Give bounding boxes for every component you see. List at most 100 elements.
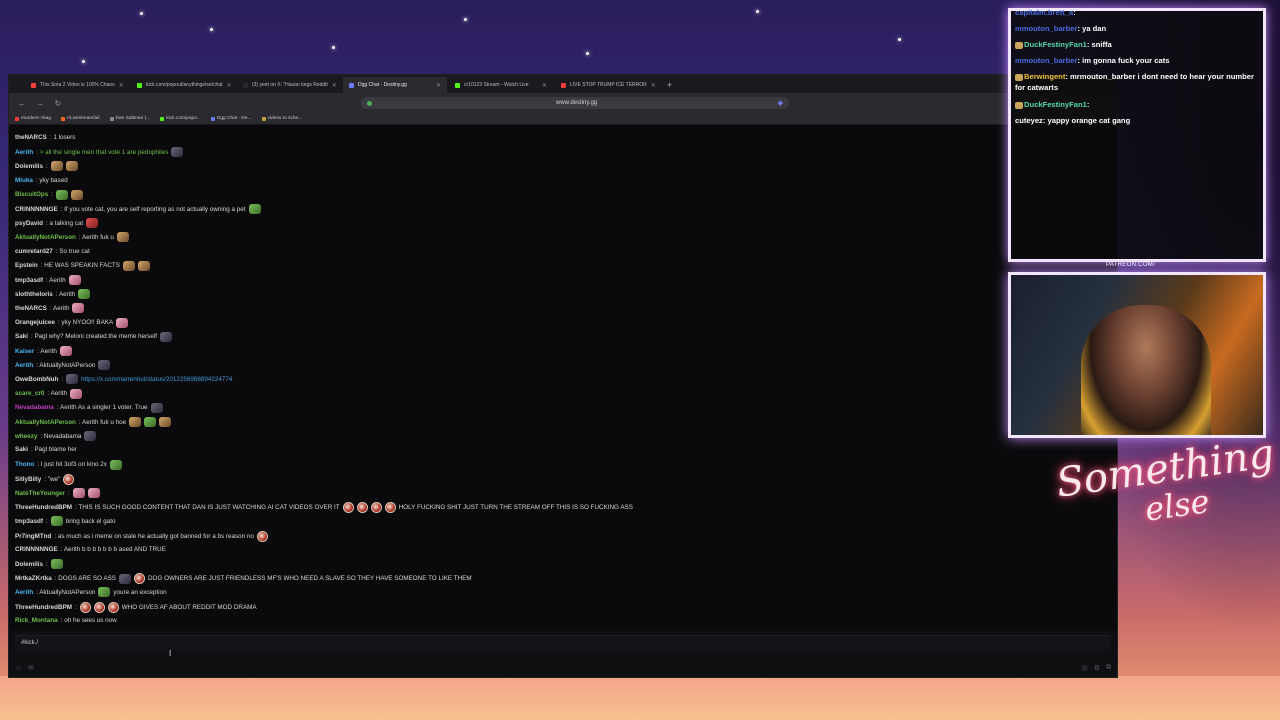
settings-icon[interactable]: ⚙ bbox=[1094, 664, 1100, 672]
chat-username[interactable]: AktuallyNotAPerson bbox=[15, 233, 76, 242]
users-icon[interactable]: ◎ bbox=[1082, 664, 1088, 672]
chat-username[interactable]: Rick_Montana bbox=[15, 616, 58, 625]
chat-text: : oh he sees us now bbox=[60, 616, 117, 624]
chat-text-tail: HOLY FUCKING SHIT JUST TURN THE STREAM O… bbox=[398, 504, 633, 512]
chat-username[interactable]: CRINNNNNGE bbox=[15, 205, 58, 214]
chat-username[interactable]: ThreeHundredBPM bbox=[15, 603, 72, 612]
chat-username[interactable]: Epstein bbox=[15, 261, 38, 270]
address-bar[interactable]: www.destiny.gg ◆ bbox=[361, 97, 789, 109]
back-icon[interactable]: ← bbox=[17, 99, 27, 108]
chat-username[interactable]: CRINNNNNGE bbox=[15, 545, 58, 554]
chat-username[interactable]: MrtkaZKrtka bbox=[15, 574, 52, 583]
chat-username[interactable]: Aerith bbox=[15, 588, 33, 597]
chat-username[interactable]: scare_cr0 bbox=[15, 389, 44, 398]
chat-username[interactable]: Nevadabama bbox=[15, 403, 54, 412]
browser-tab[interactable]: This Sora 2 Video is 100% Chaos ✕ bbox=[25, 77, 129, 93]
emote-icon bbox=[50, 559, 63, 569]
browser-tab[interactable]: (3) yeet on X: "Hasan begs Reddit ✕ bbox=[237, 77, 341, 93]
forward-icon[interactable]: → bbox=[35, 99, 45, 108]
emote-icon bbox=[159, 417, 172, 427]
close-icon[interactable]: ✕ bbox=[226, 82, 231, 89]
chat-username[interactable]: wheezy bbox=[15, 432, 37, 441]
emote-icon bbox=[63, 473, 75, 485]
close-icon[interactable]: ✕ bbox=[436, 82, 441, 89]
chat-username[interactable]: cumretard27 bbox=[15, 247, 53, 256]
chat-text: : Pagl why? Meloni created the meme hers… bbox=[30, 333, 157, 341]
close-icon[interactable]: ✕ bbox=[332, 82, 337, 89]
bookmark-star-icon[interactable]: ◆ bbox=[778, 99, 783, 107]
chat-username[interactable]: Saki bbox=[15, 332, 28, 341]
chat-username[interactable]: SillyBilly bbox=[15, 475, 41, 484]
chat-username[interactable]: Dolemilis bbox=[15, 560, 43, 569]
chat-input[interactable]: #kick./ bbox=[15, 635, 1111, 651]
chat-username[interactable]: AktuallyNotAPerson bbox=[15, 418, 76, 427]
new-tab-button[interactable]: + bbox=[661, 77, 678, 93]
browser-tab[interactable]: cr10123 Stream - Watch Live ✕ bbox=[449, 77, 553, 93]
chat-username[interactable]: Miuka bbox=[15, 176, 33, 185]
chat-username[interactable]: BiscuitOps bbox=[15, 190, 48, 199]
overlay-text: ya dan bbox=[1082, 24, 1107, 33]
bookmark-item[interactable]: videos to sche... bbox=[261, 116, 302, 121]
tab-label: (3) yeet on X: "Hasan begs Reddit bbox=[252, 82, 328, 88]
emote-icon bbox=[70, 388, 83, 399]
chat-username[interactable]: OweBombNuh bbox=[15, 375, 58, 384]
chat-username[interactable]: Kaiser bbox=[15, 347, 34, 356]
emote-menu-icon[interactable]: ☺ bbox=[15, 665, 22, 672]
browser-tab[interactable]: kick.com/popout/anythingelse/chat ✕ bbox=[131, 77, 235, 93]
bookmark-item[interactable]: r/Livestreamfail bbox=[61, 116, 100, 121]
emote-icon bbox=[144, 417, 157, 427]
close-icon[interactable]: ✕ bbox=[651, 82, 656, 89]
overlay-username: cuteyez bbox=[1015, 116, 1043, 125]
bookmark-item[interactable]: Dgg Chat - De... bbox=[210, 116, 252, 121]
emote-icon bbox=[79, 601, 91, 613]
chat-username[interactable]: sloththeloris bbox=[15, 290, 53, 299]
bookmark-item[interactable]: kick.com/popo... bbox=[160, 116, 201, 121]
chat-username[interactable]: NateTheYounger bbox=[15, 489, 65, 498]
chat-message: Thono: I just hit 3of3 on kino 2x bbox=[15, 459, 122, 470]
close-icon[interactable]: ✕ bbox=[119, 82, 124, 89]
chat-username[interactable]: Aerith bbox=[15, 148, 33, 157]
chat-username[interactable]: Orangejuicee bbox=[15, 318, 55, 327]
chat-username[interactable]: Dolemilis bbox=[15, 162, 43, 171]
whisper-icon[interactable]: ✉ bbox=[28, 664, 34, 672]
chat-log[interactable]: theNARCS: 1 losers Aerith: > all the sing… bbox=[9, 125, 1117, 629]
close-icon[interactable]: ✕ bbox=[542, 82, 547, 89]
chat-message: sloththeloris: Aerith bbox=[15, 289, 91, 300]
emote-icon bbox=[65, 161, 78, 172]
chat-username[interactable]: tmp3asdf bbox=[15, 276, 43, 285]
chat-username[interactable]: psyDavid bbox=[15, 219, 43, 228]
bookmark-item[interactable]: murders->bag bbox=[15, 116, 51, 121]
bookmark-label: kick.com/popo... bbox=[166, 116, 201, 121]
browser-tab[interactable]: Dgg Chat - Destiny.gg ✕ bbox=[343, 77, 447, 93]
subscriber-badge-icon bbox=[1015, 73, 1023, 81]
emote-icon bbox=[248, 204, 261, 214]
chat-username[interactable]: Thono bbox=[15, 460, 34, 469]
overlay-chat-message: capitalm.brett_a: bbox=[1015, 7, 1265, 18]
tab-favicon-icon bbox=[349, 82, 354, 88]
emote-icon bbox=[116, 232, 129, 243]
chat-username[interactable]: Pr7ingMTnd bbox=[15, 532, 51, 541]
overlay-username: DuckFestinyFan1 bbox=[1024, 100, 1087, 109]
emote-icon bbox=[87, 488, 100, 498]
popout-icon[interactable]: ⧉ bbox=[1106, 664, 1111, 672]
chat-username[interactable]: Aerith bbox=[15, 361, 33, 370]
chat-text: : bbox=[61, 375, 64, 383]
chat-text: : yky NYOO!! BAKA bbox=[57, 319, 114, 327]
reload-icon[interactable]: ↻ bbox=[53, 99, 63, 108]
emote-icon bbox=[171, 147, 184, 158]
chat-text: : bbox=[46, 162, 48, 170]
chat-text: : "we" bbox=[44, 475, 61, 483]
emote-icon bbox=[78, 289, 91, 300]
chat-username[interactable]: Saki bbox=[15, 445, 28, 454]
chat-username[interactable]: theNARCS bbox=[15, 304, 47, 313]
chat-text: : as much as i meme on stale he actually… bbox=[54, 532, 254, 540]
chat-text: : yky based bbox=[35, 176, 68, 184]
chat-username[interactable]: tmp3asdf bbox=[15, 517, 43, 526]
emote-icon bbox=[86, 218, 99, 229]
emote-icon bbox=[122, 260, 135, 271]
chat-username[interactable]: theNARCS bbox=[15, 133, 47, 142]
chat-username[interactable]: ThreeHundredBPM bbox=[15, 503, 72, 512]
bookmark-item[interactable]: Dan Saltman (... bbox=[109, 116, 150, 121]
chat-link[interactable]: https://x.com/narrenhut/status/201225698… bbox=[81, 375, 232, 384]
browser-tab[interactable]: LIVE STOP TRUMP ICE TERROR ✕ bbox=[555, 77, 659, 93]
